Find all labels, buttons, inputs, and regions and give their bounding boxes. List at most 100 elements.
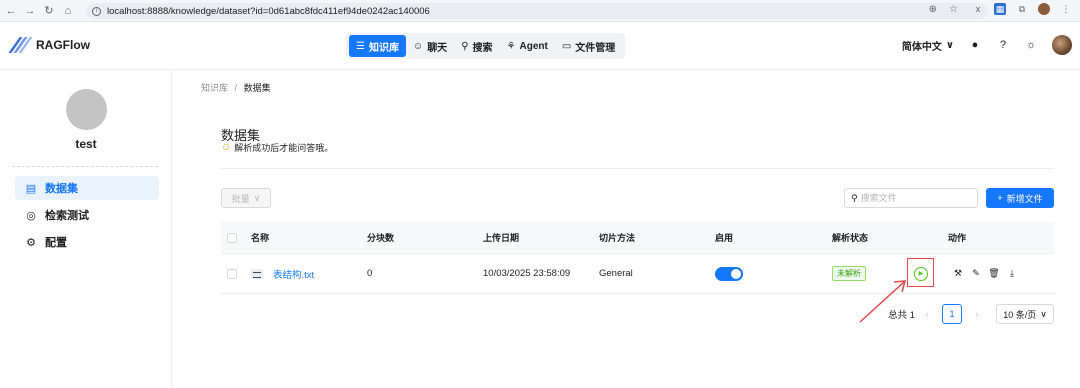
ragflow-logo-icon [8, 36, 33, 54]
back-icon[interactable]: ← [3, 3, 19, 19]
table-header: 名称 分块数 上传日期 切片方法 启用 解析状态 动作 [221, 222, 1054, 254]
language-label: 简体中文 [901, 41, 942, 53]
chevron-down-icon: ∨ [945, 39, 954, 51]
bulk-actions-button[interactable]: 批量 ∨ [221, 188, 271, 208]
plus-icon: + [997, 193, 1003, 203]
agent-icon: ⚘ [506, 40, 516, 52]
sidebar-item-label: 配置 [45, 237, 67, 249]
pagination-next-icon[interactable]: › [970, 304, 984, 324]
github-icon[interactable]: ● [968, 38, 982, 52]
page-subtitle: ☺ 解析成功后才能问答哦。 [221, 141, 333, 154]
document-icon: ▤ [25, 182, 37, 195]
sidebar-item-label: 数据集 [45, 183, 78, 195]
pagination-total: 总共 1 [888, 310, 915, 321]
breadcrumb-current: 数据集 [243, 83, 271, 93]
subtitle-text: 解析成功后才能问答哦。 [234, 143, 334, 153]
settings-wrench-icon[interactable]: ⚒ [951, 268, 965, 279]
rename-pencil-icon[interactable]: ✎ [969, 268, 983, 279]
forward-icon[interactable]: → [22, 3, 38, 19]
folder-icon: ▭ [561, 40, 572, 52]
kb-avatar [66, 89, 107, 130]
pagination-page-1[interactable]: 1 [942, 304, 962, 324]
database-icon: ☰ [356, 40, 365, 52]
url-text: localhost:8888/knowledge/dataset?id=0d61… [107, 5, 430, 17]
page-size-selector[interactable]: 10 条/页 ∨ [996, 304, 1054, 324]
column-header-name[interactable]: 名称 [251, 222, 269, 253]
search-input[interactable] [860, 193, 971, 203]
sidebar-item-retrieval-test[interactable]: ◎ 检索测试 [15, 203, 159, 227]
kb-name: test [75, 137, 97, 151]
address-bar[interactable]: i localhost:8888/knowledge/dataset?id=0d… [86, 3, 988, 19]
tab-label: 知识库 [368, 42, 399, 54]
column-header-chunks[interactable]: 分块数 [367, 222, 394, 253]
enabled-cell [715, 254, 743, 293]
download-icon[interactable]: ⤓ [1005, 268, 1019, 279]
user-avatar[interactable] [1052, 35, 1072, 55]
tab-search[interactable]: ⚲ 搜索 [454, 35, 499, 57]
pagination-prev-icon[interactable]: ‹ [920, 304, 934, 324]
chunk-count: 0 [367, 268, 373, 279]
breadcrumb-root[interactable]: 知识库 [201, 83, 228, 93]
browser-toolbar: ← → ↻ ⌂ i localhost:8888/knowledge/datas… [0, 0, 1080, 22]
file-name-link[interactable]: 表结构.txt [273, 267, 314, 281]
reload-icon[interactable]: ↻ [41, 3, 57, 19]
column-header-enabled[interactable]: 启用 [715, 222, 733, 253]
select-all-cell [227, 222, 237, 253]
header-actions: 简体中文 ∨ ● ? ☼ [902, 35, 1072, 55]
sidebar-item-configuration[interactable]: ⚙ 配置 [15, 230, 159, 254]
site-info-icon[interactable]: i [92, 6, 101, 16]
chevron-down-icon: ∨ [1040, 308, 1047, 319]
extensions-puzzle-icon[interactable]: ⧉ [1016, 3, 1028, 15]
row-checkbox[interactable] [227, 268, 237, 279]
delete-trash-icon[interactable]: 🗑 [987, 268, 1001, 279]
tab-file-management[interactable]: ▭ 文件管理 [555, 35, 622, 57]
chat-icon: ☺ [412, 40, 424, 52]
chunk-method[interactable]: General [599, 254, 633, 293]
help-icon[interactable]: ? [996, 38, 1010, 52]
add-file-button[interactable]: + 新增文件 [986, 188, 1054, 208]
theme-sun-icon[interactable]: ☼ [1024, 38, 1038, 52]
extension-x-icon[interactable]: x [972, 3, 984, 15]
bulk-label: 批量 [231, 193, 250, 204]
bookmark-star-icon[interactable]: ☆ [949, 4, 958, 15]
main-divider [221, 168, 1054, 169]
sidebar-divider [12, 166, 158, 167]
search-icon: ⚲ [461, 40, 469, 52]
tab-label: 聊天 [427, 42, 448, 54]
chevron-down-icon: ∨ [253, 192, 261, 203]
tab-agent[interactable]: ⚘ Agent [500, 35, 555, 57]
column-header-actions: 动作 [948, 233, 967, 243]
row-select-cell [227, 254, 237, 293]
zoom-icon[interactable]: ⊕ [929, 4, 937, 15]
column-header-upload-date[interactable]: 上传日期 [483, 222, 519, 253]
column-header-status[interactable]: 解析状态 [832, 222, 868, 253]
txt-file-icon [251, 268, 263, 279]
breadcrumb-separator: / [234, 83, 238, 93]
breadcrumb: 知识库 / 数据集 [201, 81, 271, 94]
profile-icon[interactable] [1038, 3, 1050, 15]
gear-icon: ⚙ [26, 236, 36, 249]
home-icon[interactable]: ⌂ [60, 3, 76, 19]
file-name-cell: 表结构.txt [251, 254, 314, 293]
tab-label: 文件管理 [575, 42, 616, 54]
select-all-checkbox[interactable] [227, 232, 237, 243]
enable-toggle[interactable] [715, 266, 743, 281]
row-actions: ⚒ ✎ 🗑 ⤓ [951, 254, 1023, 293]
sidebar: test ▤ 数据集 ◎ 检索测试 ⚙ 配置 [0, 70, 172, 388]
language-selector[interactable]: 简体中文 ∨ [902, 38, 954, 53]
target-icon: ◎ [26, 209, 36, 222]
tab-chat[interactable]: ☺ 聊天 [406, 35, 454, 57]
app-logo[interactable]: RAGFlow [8, 36, 90, 54]
column-header-method[interactable]: 切片方法 [599, 222, 635, 253]
top-navigation: ☰ 知识库 ☺ 聊天 ⚲ 搜索 ⚘ Agent ▭ 文件管理 [346, 33, 626, 59]
upload-date: 10/03/2025 23:58:09 [483, 268, 571, 279]
tab-label: Agent [519, 40, 548, 52]
extension-app-icon[interactable]: ▦ [994, 3, 1006, 15]
sidebar-item-dataset[interactable]: ▤ 数据集 [15, 176, 159, 200]
search-files: ⚲ [844, 188, 978, 208]
app-name: RAGFlow [36, 38, 90, 52]
tab-knowledge-base[interactable]: ☰ 知识库 [349, 35, 406, 57]
add-file-label: 新增文件 [1006, 193, 1043, 204]
search-icon: ⚲ [851, 192, 858, 203]
browser-menu-icon[interactable]: ⋮ [1060, 3, 1072, 15]
